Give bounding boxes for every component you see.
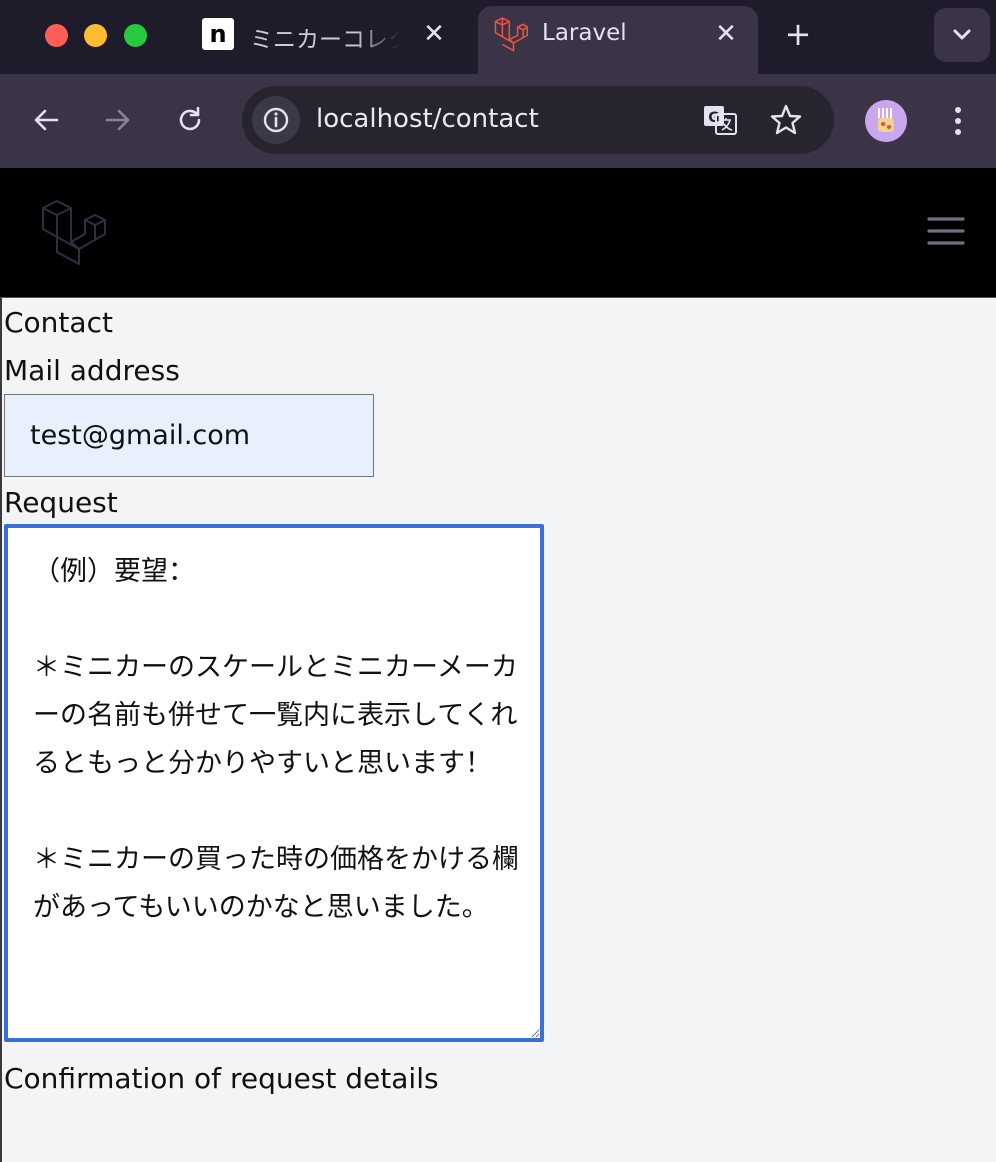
tab-laravel[interactable]: Laravel ✕ [478, 6, 758, 74]
tab-minicar-collection[interactable]: n ミニカーコレクション ✕ [190, 6, 470, 74]
laravel-icon [494, 17, 528, 52]
address-bar[interactable]: localhost/contact G [242, 86, 834, 154]
profile-icon [878, 108, 894, 132]
reload-button[interactable] [168, 98, 212, 142]
notion-n-icon: n [202, 18, 234, 50]
hamburger-menu-icon[interactable] [926, 214, 966, 248]
tab-close-button[interactable]: ✕ [708, 16, 744, 52]
new-tab-button[interactable]: + [780, 15, 816, 53]
window-minimize-button[interactable] [84, 24, 107, 47]
tab-title: ミニカーコレクション [250, 27, 400, 53]
tab-close-button[interactable]: ✕ [416, 16, 452, 52]
window-close-button[interactable] [45, 24, 68, 47]
window-zoom-button[interactable] [124, 24, 147, 47]
profile-avatar[interactable] [865, 100, 907, 142]
tab-search-button[interactable] [934, 8, 990, 62]
browser-menu-button[interactable] [938, 100, 978, 142]
request-label: Request [4, 486, 118, 519]
browser-tabstrip: n ミニカーコレクション ✕ Laravel ✕ + [0, 0, 996, 74]
back-button[interactable] [24, 98, 68, 142]
browser-toolbar: localhost/contact G [0, 74, 996, 168]
url-text[interactable]: localhost/contact [316, 104, 539, 134]
chevron-down-icon [953, 29, 971, 40]
request-textarea[interactable]: （例）要望： ＊ミニカーのスケールとミニカーメーカーの名前も併せて一覧内に表示し… [4, 524, 544, 1042]
contact-page: Contact Mail address Request （例）要望： ＊ミニカ… [0, 298, 996, 1162]
forward-button[interactable] [96, 98, 140, 142]
reload-icon [179, 106, 201, 131]
site-info-button[interactable] [252, 96, 300, 144]
bookmark-star-icon[interactable] [768, 102, 804, 138]
arrow-left-icon [34, 109, 59, 131]
tab-title: Laravel [542, 20, 627, 46]
site-header [0, 168, 996, 298]
arrow-right-icon [105, 109, 130, 131]
info-icon [263, 107, 289, 133]
mail-address-label: Mail address [4, 354, 180, 387]
svg-text:G: G [708, 110, 720, 126]
confirmation-label: Confirmation of request details [4, 1062, 439, 1095]
page-title: Contact [4, 306, 113, 339]
translate-icon[interactable]: G [702, 102, 738, 138]
laravel-logo-icon[interactable] [40, 200, 106, 266]
mail-address-input[interactable] [4, 394, 374, 477]
more-vertical-icon [955, 107, 961, 135]
